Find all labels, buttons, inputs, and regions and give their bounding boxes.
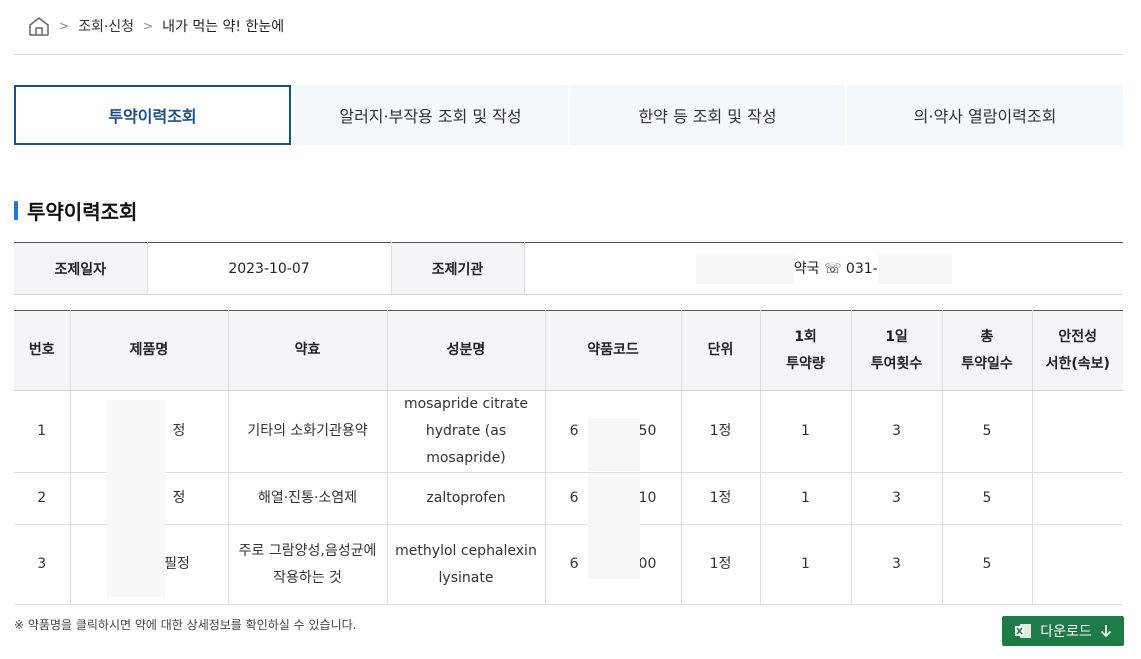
daily-cell: 3 [850,390,942,473]
chevron-right-icon: > [59,19,70,33]
efficacy-cell: 해열·진통·소염제 [227,472,387,525]
product-cell: 정 [69,472,228,525]
col-header-ingredient: 성분명 [386,310,545,391]
tab-bar: 투약이력조회 알러지·부작용 조회 및 작성 한약 등 조회 및 작성 의·약사… [14,85,1123,145]
ingredient-cell: mosapride citrate hydrate (as mosapride) [386,390,545,473]
col-header-safety: 안전성 서한(속보) [1031,310,1123,391]
code-start: 6 [569,423,579,439]
days-cell: 5 [941,524,1032,605]
code-cell: 6 10 [544,472,681,525]
row-number: 1 [14,390,70,473]
breadcrumb-item-lookup[interactable]: 조회·신청 [78,16,134,36]
code-start: 6 [569,556,579,572]
section-title: 투약이력조회 [14,196,137,224]
col-header-product: 제품명 [69,310,228,391]
efficacy-cell: 주로 그람양성,음성균에 작용하는 것 [227,524,387,605]
safety-cell [1031,390,1123,473]
breadcrumb-item-current: 내가 먹는 약! 한눈에 [162,19,285,35]
efficacy-cell: 기타의 소화기관용약 [227,390,387,473]
redacted-block [587,418,640,471]
arrow-down-icon [1100,624,1112,638]
code-end: 50 [638,423,657,439]
excel-icon [1014,623,1032,639]
tab-medication-history[interactable]: 투약이력조회 [14,85,291,145]
product-cell: 필정 [69,524,228,605]
institution-label: 조제기관 [390,242,524,295]
date-label: 조제일자 [14,242,147,295]
breadcrumb: > 조회·신청 > 내가 먹는 약! 한눈에 [28,14,284,38]
ingredient-cell: methylol cephalexin lysinate [386,524,545,605]
unit-cell: 1정 [680,472,760,525]
dose-cell: 1 [759,472,851,525]
code-end: 10 [638,490,657,506]
daily-cell: 3 [850,472,942,525]
download-button[interactable]: 다운로드 [1002,616,1124,646]
header-divider [14,54,1123,55]
dose-cell: 1 [759,524,851,605]
dispense-info-table: 조제일자 2023-10-07 조제기관 약국 ☏ 031- [14,242,1123,295]
col-header-dose: 1회 투약량 [759,310,851,391]
product-cell: 정 [69,390,228,480]
table-row: 2 정 해열·진통·소염제 zaltoprofen 6 10 1정 1 3 5 [14,472,1123,525]
institution-value: 약국 ☏ 031- [793,260,878,277]
col-header-number: 번호 [14,310,70,391]
unit-cell: 1정 [680,390,760,473]
redacted-block [695,253,794,284]
days-cell: 5 [941,390,1032,473]
col-header-days: 총 투약일수 [941,310,1032,391]
home-icon[interactable] [28,15,50,37]
redacted-block [587,473,640,525]
code-cell: 6 00 [544,524,681,605]
safety-cell [1031,524,1123,605]
chevron-right-icon: > [143,19,154,33]
title-accent-bar [14,200,18,220]
safety-cell [1031,472,1123,525]
code-cell: 6 50 [544,390,681,473]
redacted-block [106,473,165,525]
tab-allergy[interactable]: 알러지·부작용 조회 및 작성 [293,85,568,145]
table-row: 1 정 기타의 소화기관용약 mosapride citrate hydrate… [14,390,1123,480]
table-header-row: 번호 제품명 약효 성분명 약품코드 단위 1회 투약량 1일 투여횟수 총 투… [14,310,1123,391]
ingredient-cell: zaltoprofen [386,472,545,525]
row-number: 2 [14,472,70,525]
code-end: 00 [638,556,657,572]
medication-table: 번호 제품명 약효 성분명 약품코드 단위 1회 투약량 1일 투여횟수 총 투… [14,310,1123,605]
col-header-daily: 1일 투여횟수 [850,310,942,391]
date-value: 2023-10-07 [146,242,391,295]
section-title-text: 투약이력조회 [27,199,138,224]
tab-herbal[interactable]: 한약 등 조회 및 작성 [570,85,845,145]
dose-cell: 1 [759,390,851,473]
col-header-unit: 단위 [680,310,760,391]
table-row: 3 필정 주로 그람양성,음성균에 작용하는 것 methylol cephal… [14,524,1123,605]
unit-cell: 1정 [680,524,760,605]
tab-access-history[interactable]: 의·약사 열람이력조회 [847,85,1123,145]
redacted-block [587,525,640,579]
redacted-block [106,525,165,597]
table-note: ※ 약품명을 클릭하시면 약에 대한 상세정보를 확인하실 수 있습니다. [14,618,357,632]
download-label: 다운로드 [1040,624,1092,640]
col-header-code: 약품코드 [544,310,681,391]
redacted-block [877,253,952,284]
redacted-block [106,400,165,480]
daily-cell: 3 [850,524,942,605]
institution-cell: 약국 ☏ 031- [523,242,1123,295]
row-number: 3 [14,524,70,605]
col-header-efficacy: 약효 [227,310,387,391]
days-cell: 5 [941,472,1032,525]
code-start: 6 [569,490,579,506]
